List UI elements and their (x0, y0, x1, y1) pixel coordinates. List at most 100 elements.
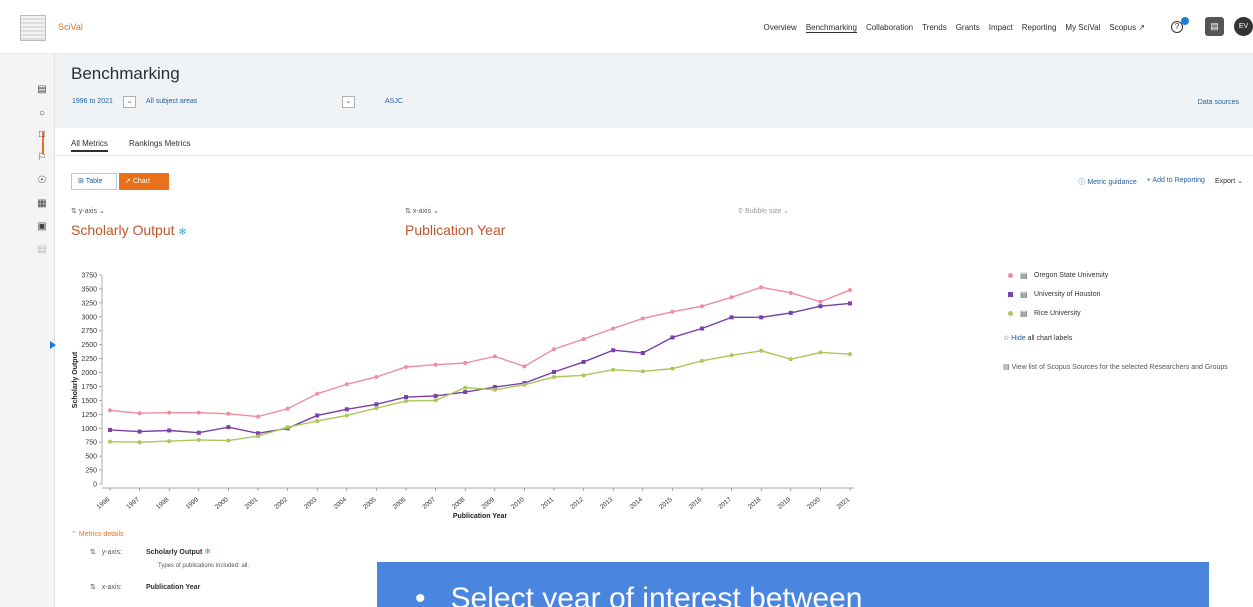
nav-trends[interactable]: Trends (922, 23, 947, 33)
subject-area-select[interactable]: All subject areas (146, 98, 197, 105)
table-label: Table (85, 178, 103, 185)
grid-icon[interactable]: ▦ (34, 196, 50, 212)
export-label: Export (1214, 178, 1236, 185)
nav-benchmarking[interactable]: Benchmarking (805, 23, 857, 33)
legend-item[interactable]: ▤ Rice University (1008, 304, 1108, 323)
data-point (552, 369, 556, 374)
legend-label: Oregon State University (1034, 272, 1109, 279)
data-point (788, 290, 793, 295)
data-point (344, 382, 349, 387)
hide-labels-link[interactable]: Hide (1011, 335, 1025, 342)
page-icon[interactable]: ▣ (34, 219, 50, 235)
y-tick-label: 3000 (81, 314, 97, 321)
year-range-select[interactable]: 1996 to 2021 (72, 98, 113, 105)
data-point (315, 419, 320, 424)
x-metric-title[interactable]: Publication Year (405, 222, 505, 238)
metrics-details-toggle[interactable]: ⌃ Metrics details (71, 530, 124, 538)
data-point (433, 393, 438, 398)
data-point (108, 427, 112, 432)
x-tick-label: 2011 (540, 496, 556, 511)
nav-impact[interactable]: Impact (989, 23, 1013, 33)
page-title: Benchmarking (71, 64, 180, 83)
legend-item[interactable]: ▤ Oregon State University (1008, 266, 1108, 285)
y-axis-selector[interactable]: ⇅ y-axis ⌄ (71, 207, 105, 215)
data-point (344, 407, 349, 412)
data-point (167, 410, 172, 415)
y-tick-label: 0 (93, 482, 97, 489)
avatar[interactable]: EV (1234, 17, 1253, 36)
x-tick-label: 2019 (777, 496, 793, 511)
year-range-chevron-icon[interactable]: ⌄ (123, 96, 136, 108)
document-icon[interactable]: □ (34, 127, 50, 143)
data-point (108, 408, 112, 413)
data-point (374, 374, 379, 379)
x-axis-selector[interactable]: ⇅ x-axis ⌄ (405, 207, 439, 215)
legend-marker (1008, 292, 1013, 297)
sort-icon: ⇅ (90, 549, 96, 556)
data-point (640, 316, 645, 321)
person-icon[interactable]: ○ (34, 106, 50, 122)
chart-legend: ▤ Oregon State University ▤ University o… (1008, 266, 1108, 323)
nav-my-scival[interactable]: My SciVal (1065, 23, 1100, 33)
legend-label: University of Houston (1034, 291, 1101, 298)
institution-icon[interactable]: ▤ (1205, 17, 1224, 36)
y-tick-label: 2750 (81, 328, 97, 335)
y-metric-name[interactable]: Scholarly Output (71, 222, 175, 238)
building-icon[interactable]: ▤ (34, 242, 50, 258)
data-point (640, 369, 645, 374)
table-view-button[interactable]: ⊞ Table (71, 173, 117, 190)
y-tick-label: 1250 (81, 412, 97, 419)
x-tick-label: 2004 (333, 496, 349, 511)
export-menu[interactable]: Export ⌄ (1215, 177, 1243, 187)
data-point (463, 361, 468, 366)
nav-scopus[interactable]: Scopus ↗ (1109, 23, 1145, 33)
x-tick-label: 1996 (96, 496, 112, 511)
sort-icon: ⇅ (90, 584, 96, 591)
x-tick-label: 2016 (688, 496, 704, 511)
bubble-size-label: Bubble size (745, 208, 782, 215)
data-point (315, 413, 320, 418)
data-point (581, 359, 586, 364)
data-point (374, 406, 379, 411)
add-to-reporting-link[interactable]: + Add to Reporting (1147, 177, 1205, 187)
y-axis-title: Scholarly Output (72, 351, 79, 408)
classification-label[interactable]: ASJC (385, 98, 403, 105)
nav-grants[interactable]: Grants (956, 23, 980, 33)
data-point (108, 439, 112, 444)
data-point (729, 353, 734, 358)
elsevier-logo[interactable] (20, 15, 46, 41)
legend-marker (1008, 311, 1013, 316)
legend-item[interactable]: ▤ University of Houston (1008, 285, 1108, 304)
data-point (344, 413, 349, 418)
institution-icon[interactable]: ▤ (34, 82, 50, 98)
data-point (404, 398, 408, 403)
x-tick-label: 2013 (599, 496, 615, 511)
subject-chevron-icon[interactable]: ⌄ (342, 96, 355, 108)
bubble-size-selector[interactable]: ⚲ Bubble size ⌄ (738, 207, 789, 215)
legend-label: Rice University (1034, 310, 1081, 317)
data-point (611, 326, 616, 331)
flag-icon[interactable]: ⚐ (34, 150, 50, 166)
x-axis-value: Publication Year (145, 584, 201, 591)
app-brand[interactable]: SciVal (58, 22, 83, 32)
tab-all-metrics[interactable]: All Metrics (71, 139, 108, 152)
target-icon[interactable]: ☉ (34, 173, 50, 189)
nav-reporting[interactable]: Reporting (1022, 23, 1057, 33)
x-tick-label: 1998 (155, 496, 171, 511)
nav-overview[interactable]: Overview (763, 23, 796, 33)
data-point (256, 414, 260, 419)
legend-marker (1008, 273, 1013, 278)
nav-collaboration[interactable]: Collaboration (866, 23, 913, 33)
y-tick-label: 250 (85, 468, 97, 475)
institution-icon: ▤ (1020, 309, 1028, 318)
view-scopus-sources[interactable]: ▤ View list of Scopus Sources for the se… (1003, 363, 1228, 371)
metric-guidance-link[interactable]: ⓘ Metric guidance (1078, 177, 1136, 187)
metrics-details-label: Metrics details (78, 531, 124, 538)
tab-rankings-metrics[interactable]: Rankings Metrics (129, 139, 190, 148)
data-point (788, 357, 793, 362)
data-sources-link[interactable]: Data sources (1198, 99, 1239, 106)
chart-view-button[interactable]: ↗ Chart (119, 173, 169, 190)
data-point (788, 310, 793, 315)
data-point (196, 410, 201, 415)
y-tick-label: 1500 (81, 398, 97, 405)
